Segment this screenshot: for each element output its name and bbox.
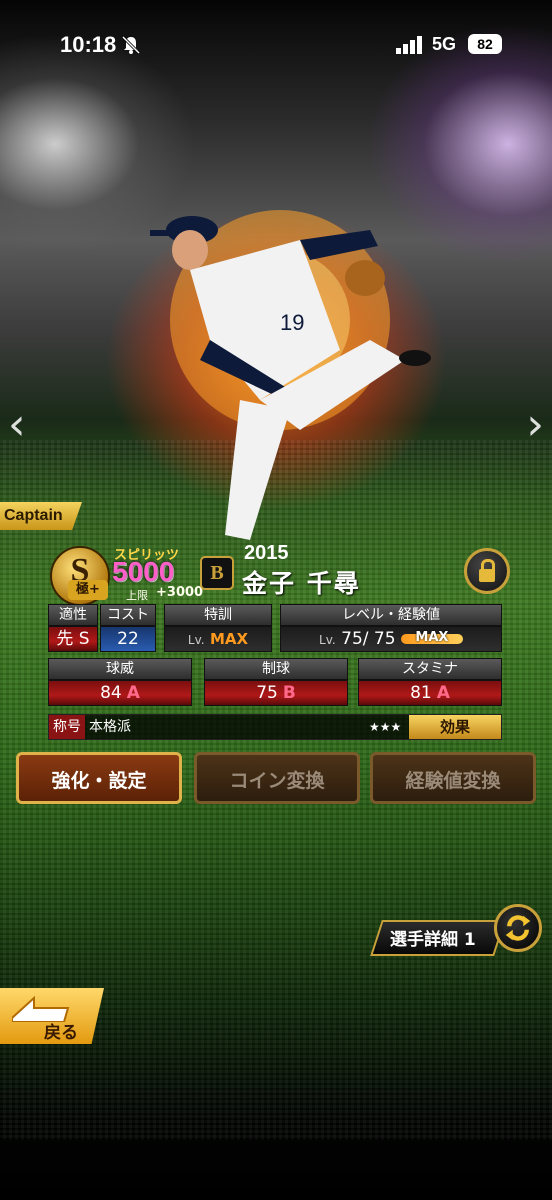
spirits-value: 5000 xyxy=(112,556,175,587)
spirits-cap-label: 上限 xyxy=(126,589,148,602)
control-value: 75 xyxy=(256,683,278,703)
training-lv: Lv. xyxy=(187,633,205,647)
team-logo: B xyxy=(200,556,234,590)
spirits-cap-value: +3000 xyxy=(156,585,204,600)
player-image: 19 xyxy=(150,210,431,540)
title-key: 称号 xyxy=(49,715,85,739)
signal-icon xyxy=(396,36,422,54)
training-label: 特訓 xyxy=(164,604,272,626)
rank-sub-badge: 極+ xyxy=(68,580,108,600)
velocity-grade: A xyxy=(126,683,140,703)
title-row: 称号 本格派 ★★★ 効果 xyxy=(48,714,502,740)
coin-convert-button[interactable]: コイン変換 xyxy=(194,752,360,804)
status-bar: 10:18 5G 82 xyxy=(0,0,552,90)
control-label: 制球 xyxy=(204,658,348,680)
level-lv: Lv. xyxy=(319,633,336,647)
training-value: MAX xyxy=(209,630,249,648)
velocity-value: 84 xyxy=(100,683,122,703)
next-player-arrow-icon[interactable]: › xyxy=(526,400,544,450)
card-year: 2015 xyxy=(244,542,289,564)
battery-icon: 82 xyxy=(468,34,502,54)
exp-bar: MAX xyxy=(400,630,463,645)
cost-label: コスト xyxy=(100,604,156,626)
title-value: 本格派 xyxy=(89,719,131,735)
aptitude-value: 先 S xyxy=(48,626,98,652)
network-type: 5G xyxy=(432,34,457,54)
effect-button[interactable]: 効果 xyxy=(409,715,501,739)
velocity-label: 球威 xyxy=(48,658,192,680)
aptitude-label: 適性 xyxy=(48,604,98,626)
back-label: 戻る xyxy=(44,1023,78,1043)
control-value-box: 75 B xyxy=(204,680,348,706)
stamina-label: スタミナ xyxy=(358,658,502,680)
enhance-settings-button[interactable]: 強化・設定 xyxy=(16,752,182,804)
exp-convert-button[interactable]: 経験値変換 xyxy=(370,752,536,804)
control-grade: B xyxy=(282,683,296,703)
player-name: 金子 千尋 xyxy=(242,569,361,598)
swap-icon[interactable] xyxy=(494,904,542,952)
stamina-value-box: 81 A xyxy=(358,680,502,706)
stamina-grade: A xyxy=(436,683,450,703)
exp-max-label: MAX xyxy=(415,630,449,645)
status-time: 10:18 xyxy=(60,32,117,57)
prev-player-arrow-icon[interactable]: ‹ xyxy=(8,400,26,450)
level-value: 75/ 75 xyxy=(341,629,396,649)
level-label: レベル・経験値 xyxy=(280,604,502,626)
player-detail-label: 選手詳細 1 xyxy=(390,930,476,950)
captain-badge: Captain xyxy=(0,502,82,530)
svg-text:19: 19 xyxy=(280,310,304,335)
bell-muted-icon xyxy=(121,35,141,55)
title-stars: ★★★ xyxy=(369,720,402,734)
stamina-value: 81 xyxy=(410,683,432,703)
training-value-box: Lv. MAX xyxy=(164,626,272,652)
velocity-value-box: 84 A xyxy=(48,680,192,706)
level-value-box: Lv. 75/ 75 MAX xyxy=(280,626,502,652)
lock-icon[interactable] xyxy=(464,548,510,594)
cost-value: 22 xyxy=(100,626,156,652)
